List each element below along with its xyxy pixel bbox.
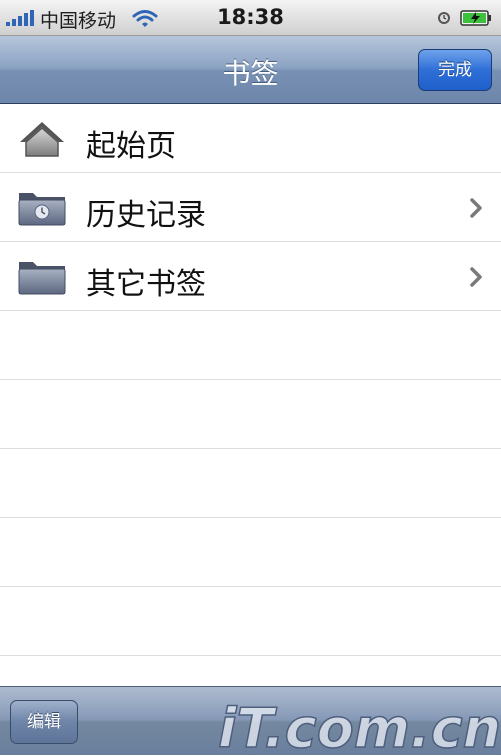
empty-row [0, 518, 501, 587]
status-time: 18:38 [217, 5, 284, 29]
watermark-logo: iT.com.cn [217, 696, 501, 756]
empty-row [0, 587, 501, 656]
list-item-home-page[interactable]: 起始页 [0, 104, 501, 173]
list-item-other-bookmarks[interactable]: 其它书签 [0, 242, 501, 311]
empty-row [0, 656, 501, 686]
navigation-bar: 书签 完成 [0, 36, 501, 104]
chevron-right-icon [470, 267, 482, 287]
chevron-right-icon [470, 198, 482, 218]
edit-button[interactable]: 编辑 [10, 700, 78, 744]
list-item-label: 历史记录 [86, 198, 206, 233]
history-folder-icon [18, 193, 66, 226]
battery-charging-icon [460, 10, 491, 26]
home-icon [20, 122, 64, 157]
list-item-label: 起始页 [86, 129, 176, 164]
empty-row [0, 449, 501, 518]
list-item-label: 其它书签 [86, 267, 206, 302]
folder-icon [18, 262, 66, 295]
svg-text:iT.com.cn: iT.com.cn [218, 697, 501, 756]
empty-row [0, 380, 501, 449]
alarm-clock-icon [438, 12, 450, 24]
status-bar: 中国移动 18:38 [0, 0, 501, 36]
done-button[interactable]: 完成 [418, 49, 492, 91]
empty-row [0, 311, 501, 380]
list-item-history[interactable]: 历史记录 [0, 173, 501, 242]
bookmark-list: 起始页 历史记录 其它书签 [0, 104, 501, 686]
bottom-toolbar: 编辑 iT.com.cn [0, 686, 501, 756]
